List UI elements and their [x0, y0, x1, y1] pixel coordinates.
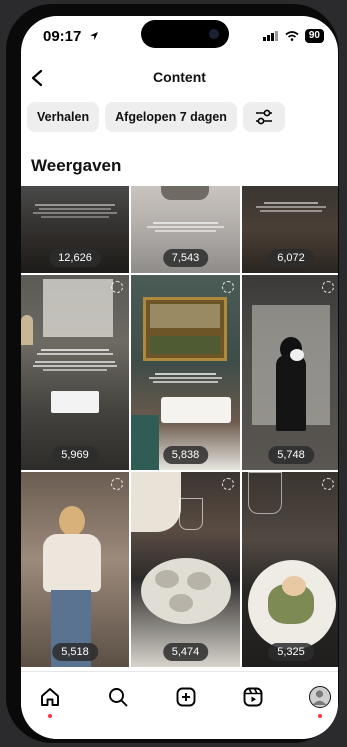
status-icons: 90 [262, 29, 324, 43]
story-ring-icon [222, 281, 234, 293]
view-count: 5,518 [52, 643, 98, 661]
story-tile[interactable]: 5,748 [242, 275, 338, 470]
story-overlay-text [29, 347, 121, 373]
bottom-nav [21, 671, 338, 739]
view-count: 12,626 [49, 249, 101, 267]
status-time: 09:17 [43, 28, 99, 45]
story-photo [59, 506, 85, 536]
nav-home[interactable] [35, 682, 65, 718]
section-title: Weergaven [31, 156, 122, 175]
painting [143, 297, 227, 361]
story-tile[interactable]: 5,325 [242, 472, 338, 667]
dish [282, 576, 306, 596]
page-title: Content [153, 69, 206, 85]
story-photo [290, 349, 304, 361]
story-sticker [51, 391, 99, 413]
story-tile[interactable]: 7,543 [131, 186, 240, 273]
table [161, 397, 231, 423]
story-ring-icon [322, 281, 334, 293]
view-count: 5,474 [162, 643, 209, 661]
oyster [155, 570, 179, 588]
story-photo [131, 472, 181, 532]
location-arrow-icon [89, 32, 98, 40]
filter-settings-button[interactable] [242, 102, 285, 132]
story-photo [276, 355, 306, 431]
create-icon [176, 687, 196, 707]
notification-dot [48, 714, 52, 718]
story-overlay-text [139, 371, 232, 385]
period-filter[interactable]: Afgelopen 7 dagen [105, 102, 237, 132]
oyster-plate [141, 558, 231, 624]
story-ring-icon [111, 478, 123, 490]
story-overlay-text [250, 200, 332, 214]
profile-avatar [309, 686, 331, 708]
reels-icon [243, 687, 263, 707]
screen: 09:17 90 Content Verhalen Afgelopen 7 da… [21, 16, 338, 739]
view-count: 6,072 [268, 249, 314, 267]
story-tile[interactable]: 6,072 [242, 186, 338, 273]
story-photo [43, 279, 113, 337]
nav-profile[interactable] [305, 682, 335, 718]
sliders-icon [255, 109, 272, 125]
view-count: 5,969 [52, 446, 98, 464]
story-overlay-text [139, 220, 232, 234]
signal-icon [262, 31, 278, 41]
story-tile[interactable]: 12,626 [21, 186, 129, 273]
nav-reels[interactable] [238, 682, 268, 712]
filter-bar: Verhalen Afgelopen 7 dagen [27, 102, 285, 132]
header: Content [21, 60, 338, 96]
story-ring-icon [322, 478, 334, 490]
view-count: 5,748 [268, 446, 314, 464]
story-photo [43, 534, 101, 592]
story-photo [21, 315, 33, 345]
avatar-image [312, 690, 327, 705]
chair [131, 415, 159, 470]
view-count: 7,543 [162, 249, 209, 267]
glass [179, 498, 203, 530]
nav-create[interactable] [171, 682, 201, 712]
story-ring-icon [111, 281, 123, 293]
view-count: 5,838 [162, 446, 209, 464]
story-tile[interactable]: 5,474 [131, 472, 240, 667]
camera-icon [209, 29, 219, 39]
story-tile[interactable]: 5,518 [21, 472, 129, 667]
oyster [169, 594, 193, 612]
oyster [187, 572, 211, 590]
story-ring-icon [222, 478, 234, 490]
wifi-icon [285, 31, 299, 41]
time-text: 09:17 [43, 28, 82, 45]
content-type-filter[interactable]: Verhalen [27, 102, 100, 132]
story-overlay-text [29, 202, 121, 220]
story-tile[interactable]: 5,838 [131, 275, 240, 470]
search-icon [109, 688, 128, 707]
stories-grid: 12,626 7,543 6,072 5,969 5,838 5,748 5,5… [21, 186, 338, 667]
story-tile[interactable]: 5,969 [21, 275, 129, 470]
phone-frame: 09:17 90 Content Verhalen Afgelopen 7 da… [6, 4, 339, 743]
notification-dot [318, 714, 322, 718]
status-bar: 09:17 90 [21, 16, 338, 56]
story-photo [161, 186, 209, 200]
glass [248, 472, 282, 514]
nav-search[interactable] [103, 682, 133, 712]
home-icon [41, 688, 59, 706]
battery-indicator: 90 [304, 29, 324, 43]
dynamic-island [141, 20, 229, 48]
view-count: 5,325 [268, 643, 314, 661]
